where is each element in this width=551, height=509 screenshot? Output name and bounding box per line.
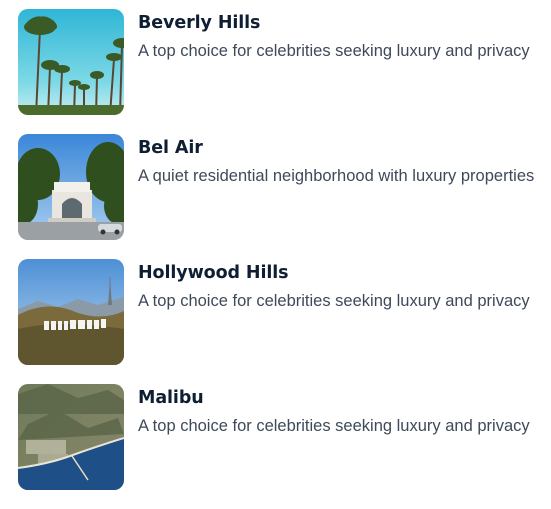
neighborhood-description: A quiet residential neighborhood with lu… (138, 167, 535, 185)
hollywood-hills-thumbnail[interactable] (18, 259, 124, 365)
neighborhood-title[interactable]: Hollywood Hills (138, 261, 551, 285)
neighborhood-title[interactable]: Bel Air (138, 136, 551, 160)
hollywood-hills-text: Hollywood Hills A top choice for celebri… (138, 259, 551, 312)
hollywood-sign-photo (18, 259, 124, 365)
bel-air-thumbnail[interactable] (18, 134, 124, 240)
neighborhood-description: A top choice for celebrities seeking lux… (138, 42, 530, 60)
beverly-hills-palm-trees-photo (18, 9, 124, 115)
malibu-coastline-photo (18, 384, 124, 490)
malibu-thumbnail[interactable] (18, 384, 124, 490)
neighborhood-list: Beverly Hills A top choice for celebriti… (18, 9, 551, 509)
neighborhood-title[interactable]: Beverly Hills (138, 11, 551, 35)
list-item-hollywood-hills[interactable]: Hollywood Hills A top choice for celebri… (18, 259, 551, 365)
list-item-bel-air[interactable]: Bel Air A quiet residential neighborhood… (18, 134, 551, 240)
list-item-beverly-hills[interactable]: Beverly Hills A top choice for celebriti… (18, 9, 551, 115)
beverly-hills-thumbnail[interactable] (18, 9, 124, 115)
malibu-text: Malibu A top choice for celebrities seek… (138, 384, 551, 437)
bel-air-gate-photo (18, 134, 124, 240)
list-item-malibu[interactable]: Malibu A top choice for celebrities seek… (18, 384, 551, 490)
neighborhood-description: A top choice for celebrities seeking lux… (138, 292, 530, 310)
neighborhood-description: A top choice for celebrities seeking lux… (138, 417, 530, 435)
beverly-hills-text: Beverly Hills A top choice for celebriti… (138, 9, 551, 62)
neighborhood-title[interactable]: Malibu (138, 386, 551, 410)
bel-air-text: Bel Air A quiet residential neighborhood… (138, 134, 551, 187)
